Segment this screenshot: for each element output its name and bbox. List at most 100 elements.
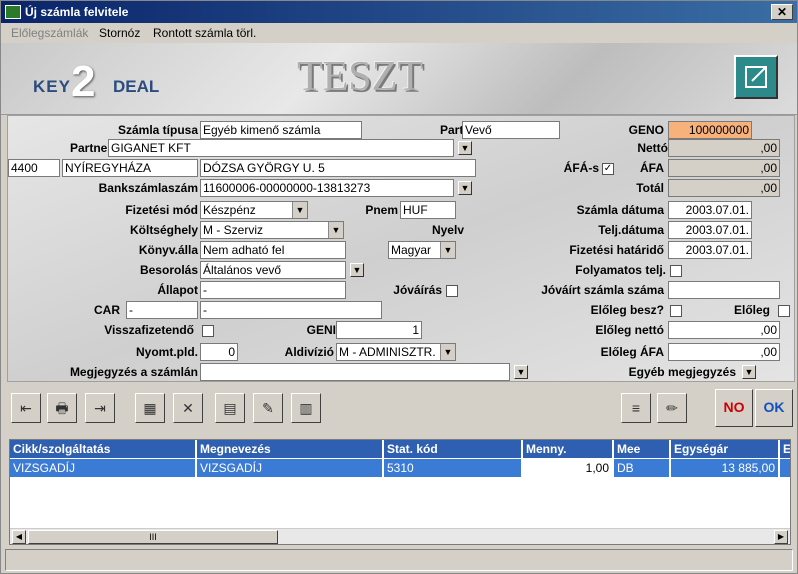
geno-field[interactable]: 100000000 xyxy=(668,121,752,139)
folyamatos-checkbox[interactable] xyxy=(670,265,682,277)
col-header-cikk[interactable]: Cikk/szolgáltatás xyxy=(10,440,196,458)
menu-rontott[interactable]: Rontott számla törl. xyxy=(153,26,256,40)
scroll-thumb[interactable]: III xyxy=(28,530,278,544)
nyelv-select[interactable]: Magyar ▼ xyxy=(388,241,456,259)
eloleg-besz-checkbox[interactable] xyxy=(670,305,682,317)
nyomt-field[interactable]: 0 xyxy=(200,343,238,361)
col-header-mee[interactable]: Mee xyxy=(614,440,670,458)
jovairt-field[interactable] xyxy=(668,281,780,299)
eloleg-afa-field[interactable]: ,00 xyxy=(668,343,780,361)
bankszamla-field[interactable]: 11600006-00000000-13813273 xyxy=(200,179,454,197)
koltseghely-select[interactable]: M - Szerviz ▼ xyxy=(200,221,344,239)
label-geni: GENI xyxy=(306,323,336,337)
visszafizet-checkbox[interactable] xyxy=(202,325,214,337)
cell-megnevezes[interactable]: VIZSGADÍJ xyxy=(197,459,383,477)
part-rel-field[interactable]: Vevő xyxy=(462,121,560,139)
label-szamla-tipusa: Számla típusa xyxy=(117,123,198,137)
label-koltseghely: Költséghely xyxy=(129,223,198,237)
delete-icon: ✕ xyxy=(182,400,194,416)
menu-elolegszamlak: Előlegszámlák xyxy=(11,26,89,40)
col-header-egysegar[interactable]: Egységár xyxy=(671,440,779,458)
pnem-field[interactable]: HUF xyxy=(400,201,456,219)
ok-button[interactable]: OK xyxy=(755,389,793,427)
chevron-down-icon: ▼ xyxy=(292,202,307,218)
print-button[interactable]: 🖶 xyxy=(47,393,77,423)
szamla-tipusa-field[interactable]: Egyéb kimenő számla xyxy=(200,121,362,139)
label-fizmod: Fizetési mód xyxy=(125,203,198,217)
edit-button[interactable] xyxy=(734,55,778,99)
col-header-stat-kod[interactable]: Stat. kód xyxy=(384,440,522,458)
eloleg-checkbox[interactable] xyxy=(778,305,790,317)
egyeb-megj-dropdown-button[interactable]: ▼ xyxy=(742,365,756,379)
cell-egysegar[interactable]: 13 885,00 xyxy=(671,459,779,477)
jovairas-checkbox[interactable] xyxy=(446,285,458,297)
scroll-left-icon[interactable]: ◀ xyxy=(12,530,26,544)
szamla-datum-field[interactable]: 2003.07.01. xyxy=(668,201,752,219)
label-eloleg-besz: Előleg besz? xyxy=(590,303,664,317)
toolbar: ⇤ 🖶 ⇥ ▦ ✕ ▤ ✎ ▥ ≡ ✏ NO OK xyxy=(1,387,797,435)
items-table: Cikk/szolgáltatás Megnevezés Stat. kód M… xyxy=(9,439,791,545)
megjegyzes-dropdown-button[interactable]: ▼ xyxy=(514,365,528,379)
printer-icon: 🖶 xyxy=(55,400,69,416)
afas-checkbox[interactable]: ✓ xyxy=(602,163,614,175)
label-pnem: Pnem xyxy=(365,203,398,217)
besorolas-field[interactable]: Általános vevő xyxy=(200,261,346,279)
label-telj-datum: Telj.dátuma xyxy=(598,223,664,237)
cell-stat-kod[interactable]: 5310 xyxy=(384,459,522,477)
row-edit-button[interactable]: ✏ xyxy=(657,393,687,423)
close-button[interactable]: ✕ xyxy=(771,4,793,20)
car-field[interactable]: - xyxy=(126,301,198,319)
allapot-field[interactable]: - xyxy=(200,281,346,299)
report-icon: ▥ xyxy=(299,400,313,416)
calc-button[interactable]: ▦ xyxy=(135,393,165,423)
cell-er[interactable] xyxy=(780,459,790,477)
col-header-megnevezes[interactable]: Megnevezés xyxy=(197,440,383,458)
cell-cikk[interactable]: VIZSGADÍJ xyxy=(10,459,196,477)
col-header-er[interactable]: Er xyxy=(780,440,790,458)
varos-field[interactable]: NYÍREGYHÁZA xyxy=(62,159,198,177)
telj-datum-field[interactable]: 2003.07.01. xyxy=(668,221,752,239)
fiz-hatarido-field[interactable]: 2003.07.01. xyxy=(668,241,752,259)
car2-field[interactable]: - xyxy=(200,301,382,319)
horizontal-scrollbar[interactable]: ◀ III ▶ xyxy=(10,528,790,544)
no-button[interactable]: NO xyxy=(715,389,753,427)
notes-icon: ✎ xyxy=(262,400,274,416)
besorolas-dropdown-button[interactable]: ▼ xyxy=(350,263,364,277)
partner-dropdown-button[interactable]: ▼ xyxy=(458,141,472,155)
total-field: ,00 xyxy=(668,179,780,197)
next-record-button[interactable]: ⇥ xyxy=(85,393,115,423)
label-total: Totál xyxy=(636,181,664,195)
utca-field[interactable]: DÓZSA GYÖRGY U. 5 xyxy=(200,159,476,177)
aldivizio-select[interactable]: M - ADMINISZTR. ▼ xyxy=(336,343,456,361)
row-insert-button[interactable]: ≡ xyxy=(621,393,651,423)
cell-mee[interactable]: DB xyxy=(614,459,670,477)
first-record-button[interactable]: ⇤ xyxy=(11,393,41,423)
menu-stornoz[interactable]: Stornóz xyxy=(99,26,140,40)
geni-field[interactable]: 1 xyxy=(336,321,422,339)
label-afa: ÁFA xyxy=(640,161,664,175)
eloleg-netto-field[interactable]: ,00 xyxy=(668,321,780,339)
notes-button[interactable]: ✎ xyxy=(253,393,283,423)
menu-bar: Előlegszámlák Stornóz Rontott számla tör… xyxy=(1,23,797,43)
scroll-right-icon[interactable]: ▶ xyxy=(774,530,788,544)
label-nyelv: Nyelv xyxy=(431,223,464,237)
chevron-down-icon: ▼ xyxy=(440,242,455,258)
megjegyzes-field[interactable] xyxy=(200,363,510,381)
report-button[interactable]: ▥ xyxy=(291,393,321,423)
cell-menny[interactable]: 1,00 xyxy=(523,459,613,477)
irsz-field[interactable]: 4400 xyxy=(8,159,60,177)
fizmod-select[interactable]: Készpénz ▼ xyxy=(200,201,308,219)
label-bankszamla: Bankszámlaszám xyxy=(98,181,198,195)
bankszamla-dropdown-button[interactable]: ▼ xyxy=(458,181,472,195)
konyv-field[interactable]: Nem adható fel xyxy=(200,241,346,259)
delete-calc-button[interactable]: ✕ xyxy=(173,393,203,423)
label-afas: ÁFÁ-s xyxy=(563,161,599,175)
label-partner: Partner xyxy=(69,141,112,155)
list-button[interactable]: ▤ xyxy=(215,393,245,423)
label-car: CAR xyxy=(94,303,120,317)
partner-field[interactable]: GIGANET KFT xyxy=(108,139,454,157)
label-eloleg-netto: Előleg nettó xyxy=(595,323,664,337)
banner-title: TESZT xyxy=(297,54,423,100)
app-window: Új számla felvitele ✕ Előlegszámlák Stor… xyxy=(0,0,798,574)
col-header-menny[interactable]: Menny. xyxy=(523,440,613,458)
